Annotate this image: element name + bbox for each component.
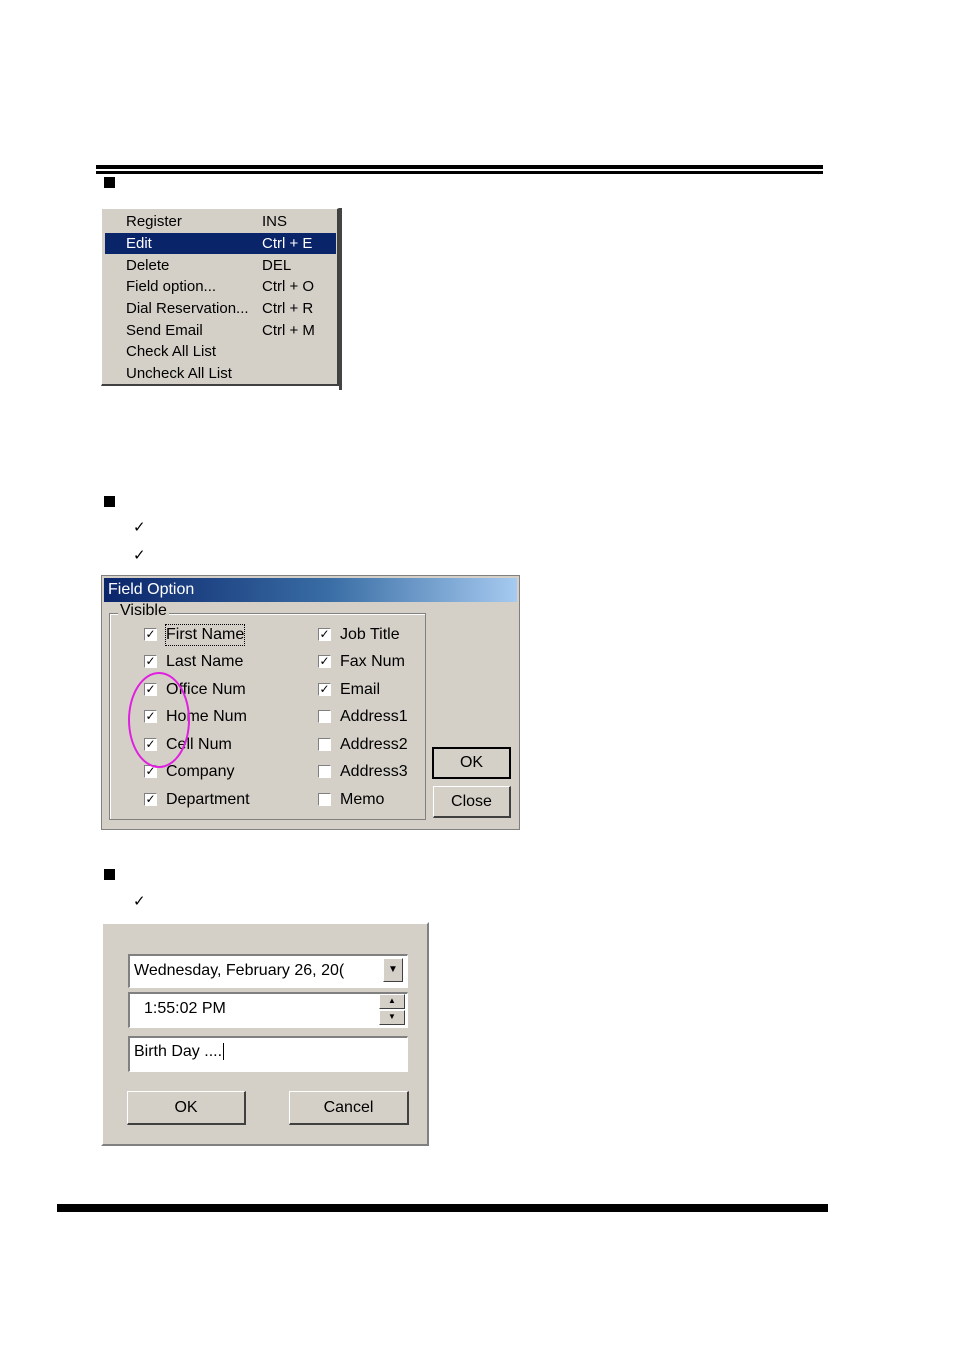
checkmark-icon: ✓ — [133, 518, 146, 536]
check-box — [318, 793, 331, 806]
check-box — [318, 738, 331, 751]
context-menu: Register INS Edit Ctrl + E Delete DEL Fi… — [101, 208, 339, 386]
checkbox-label: Job Title — [340, 626, 400, 643]
checkbox-label: Company — [166, 763, 235, 780]
ok-button[interactable]: OK — [432, 747, 511, 779]
check-box: ✓ — [144, 654, 157, 668]
menu-item-check-all[interactable]: Check All List — [105, 341, 336, 362]
menu-item-label: Uncheck All List — [126, 365, 232, 382]
spin-up-icon[interactable]: ▲ — [379, 994, 405, 1009]
memo-input[interactable]: Birth Day ....​ — [128, 1036, 408, 1072]
check-box: ✓ — [318, 682, 331, 696]
menu-item-uncheck-all[interactable]: Uncheck All List — [105, 363, 336, 384]
date-value: Wednesday, February 26, 20( — [134, 962, 345, 979]
checkbox-label: Address3 — [340, 763, 408, 780]
time-value: 1:55:02 PM — [144, 1000, 226, 1017]
checkbox-label: Email — [340, 681, 381, 698]
menu-item-label: Send Email — [126, 322, 203, 339]
square-bullet-icon — [104, 496, 115, 507]
footer-rule — [57, 1204, 828, 1208]
menu-shadow-edge — [339, 208, 342, 390]
menu-item-label: Field option... — [126, 278, 217, 295]
checkmark-icon: ✓ — [133, 892, 146, 910]
checkbox-label: Last Name — [166, 653, 244, 670]
check-box: ✓ — [318, 627, 331, 641]
ok-button[interactable]: OK — [127, 1091, 246, 1125]
highlight-circle — [128, 672, 190, 768]
menu-item-shortcut: DEL — [262, 257, 292, 274]
check-box: ✓ — [144, 627, 157, 641]
group-label: Visible — [118, 602, 169, 620]
menu-item-shortcut: Ctrl + E — [262, 235, 313, 252]
square-bullet-icon — [104, 869, 115, 880]
header-rule — [96, 165, 823, 171]
menu-item-register[interactable]: Register INS — [105, 211, 336, 232]
menu-item-shortcut: Ctrl + M — [262, 322, 315, 339]
checkbox-label: Address2 — [340, 736, 408, 753]
dialog-title: Field Option — [104, 578, 517, 602]
checkbox-label: First Name — [164, 624, 246, 646]
menu-item-label: Delete — [126, 257, 170, 274]
cancel-button[interactable]: Cancel — [289, 1091, 409, 1125]
menu-item-label: Check All List — [126, 343, 217, 360]
memo-value: Birth Day .... — [134, 1043, 223, 1060]
time-picker[interactable]: 1:55:02 PM — [128, 992, 408, 1028]
checkbox-label: Memo — [340, 791, 385, 808]
check-box: ✓ — [318, 654, 331, 668]
spin-down-icon[interactable]: ▼ — [379, 1010, 405, 1025]
checkmark-icon: ✓ — [133, 546, 146, 564]
menu-item-label: Register — [126, 213, 182, 230]
checkbox-label: Address1 — [340, 708, 408, 725]
date-picker[interactable]: Wednesday, February 26, 20( — [128, 954, 408, 988]
check-box — [318, 710, 331, 723]
menu-item-shortcut: Ctrl + O — [262, 278, 315, 295]
close-button[interactable]: Close — [433, 786, 511, 818]
menu-item-dial-reservation[interactable]: Dial Reservation... Ctrl + R — [105, 298, 336, 319]
text-cursor: ​ — [223, 1043, 225, 1060]
check-box — [318, 765, 331, 778]
menu-item-shortcut: INS — [262, 213, 288, 230]
check-box: ✓ — [144, 792, 157, 806]
menu-item-shortcut: Ctrl + R — [262, 300, 314, 317]
chevron-down-icon[interactable]: ▼ — [383, 958, 403, 982]
checkbox-label: Fax Num — [340, 653, 405, 670]
checkbox-label: Department — [166, 791, 250, 808]
menu-item-delete[interactable]: Delete DEL — [105, 255, 336, 276]
menu-item-label: Dial Reservation... — [126, 300, 249, 317]
menu-item-label: Edit — [126, 235, 152, 252]
square-bullet-icon — [104, 177, 115, 188]
menu-item-send-email[interactable]: Send Email Ctrl + M — [105, 320, 336, 341]
menu-item-field-option[interactable]: Field option... Ctrl + O — [105, 276, 336, 297]
reservation-dialog: Wednesday, February 26, 20( ▼ 1:55:02 PM… — [101, 922, 429, 1146]
menu-item-edit[interactable]: Edit Ctrl + E — [105, 233, 336, 254]
